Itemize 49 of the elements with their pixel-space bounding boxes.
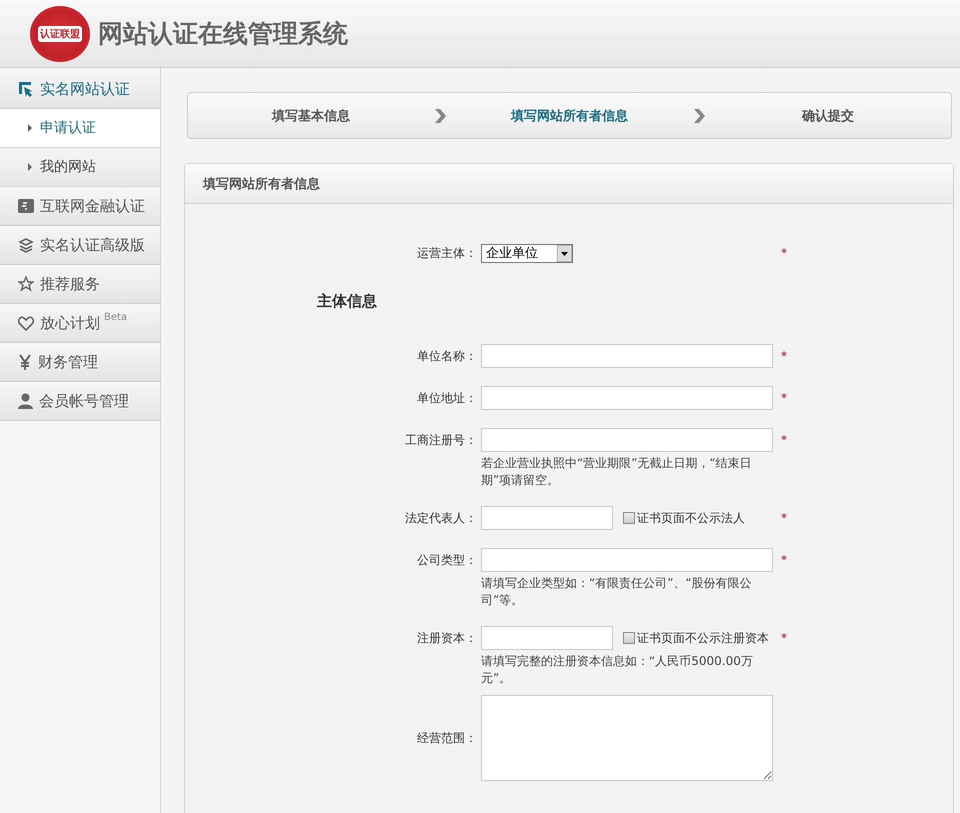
section-heading: 主体信息 (316, 291, 378, 312)
chevron-icon (434, 108, 446, 122)
triangle-icon (28, 124, 32, 132)
required-mark: * (780, 349, 788, 363)
layers-icon (18, 237, 34, 253)
cursor-icon (18, 81, 34, 97)
field-label: 运营主体： (416, 244, 478, 262)
field-label: 法定代表人： (404, 510, 478, 526)
user-icon (18, 393, 33, 409)
field-label: 经营范围： (416, 730, 478, 746)
required-mark: * (780, 553, 788, 567)
logo: 认证联盟 (30, 6, 90, 62)
checkbox-label[interactable]: 证书页面不公示法人 (623, 510, 745, 526)
required-mark: * (780, 511, 788, 525)
panel-title: 填写网站所有者信息 (185, 164, 953, 204)
field-hint: 请填写企业类型如：“有限责任公司”、“股份有限公司”等。 (481, 575, 753, 609)
step-label: 填写网站所有者信息 (510, 108, 629, 124)
text-field[interactable] (481, 428, 773, 452)
text-field[interactable] (481, 548, 773, 572)
heart-icon (18, 316, 34, 330)
step-label: 确认提交 (800, 108, 855, 124)
required-mark: * (780, 631, 788, 645)
field-label: 单位地址： (416, 390, 478, 406)
dropdown-arrow-icon (557, 244, 572, 262)
field-label: 注册资本： (416, 630, 478, 646)
field-label: 单位名称： (416, 348, 478, 364)
yen-icon (18, 354, 32, 370)
triangle-icon (28, 163, 32, 171)
sidebar-item[interactable]: 申请认证 (0, 109, 160, 148)
required-mark: * (780, 391, 788, 405)
step-label: 填写基本信息 (270, 108, 352, 124)
checkbox-label[interactable]: 证书页面不公示注册资本 (623, 630, 769, 646)
text-field[interactable] (481, 626, 613, 650)
field-hint: 请填写完整的注册资本信息如：“人民币5000.00万元”。 (481, 653, 754, 687)
app-title: 网站认证在线管理系统 (98, 18, 348, 50)
select-field[interactable]: 企业单位 (481, 244, 573, 262)
textarea-field[interactable] (481, 695, 773, 781)
required-mark: * (780, 433, 788, 447)
text-field[interactable] (481, 344, 773, 368)
text-field[interactable] (481, 386, 773, 410)
field-label: 公司类型： (416, 552, 478, 568)
field-hint: 若企业营业执照中“营业期限”无截止日期，“结束日期”项请留空。 (481, 455, 753, 489)
checkbox[interactable] (623, 632, 635, 644)
field-label: 工商注册号： (404, 432, 478, 448)
required-mark: * (780, 246, 788, 260)
checkbox[interactable] (623, 512, 635, 524)
chevron-icon (692, 108, 705, 122)
text-field[interactable] (481, 506, 613, 530)
star-icon (18, 276, 34, 292)
